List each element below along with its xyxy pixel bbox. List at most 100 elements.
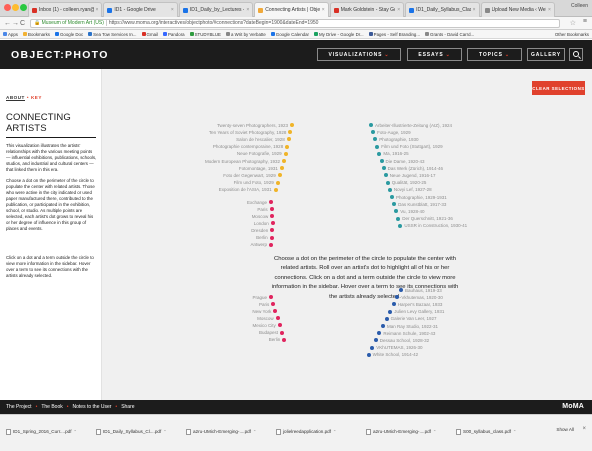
city-dot[interactable]	[269, 295, 273, 299]
city-label[interactable]: New York	[252, 309, 271, 314]
tab-close-icon[interactable]: ×	[322, 7, 325, 13]
bookmark-item[interactable]: Google Calendar	[270, 32, 309, 37]
school-label[interactable]: White School, 1914-42	[373, 352, 419, 357]
school-label[interactable]: Dessau School, 1928-32	[380, 338, 429, 343]
download-item[interactable]: ID1_Daily_Syllabus_Cl....pdf ⌃	[96, 426, 167, 437]
exhibition-label[interactable]: Foto der Gegenwart, 1929	[223, 173, 276, 178]
download-item[interactable]: S00_syllabus_class.pdf ⌃	[456, 426, 516, 437]
city-dot[interactable]	[282, 337, 287, 342]
exhibition-label[interactable]: Modern European Photography, 1932	[205, 159, 280, 164]
exhibition-dot[interactable]	[290, 123, 294, 127]
school-label[interactable]: Reimann Schule, 1902-43	[383, 331, 435, 336]
publication-label[interactable]: Arbeiter-Illustrierte-Zeitung (AIZ), 192…	[375, 123, 452, 128]
tab-close-icon[interactable]: ×	[246, 7, 249, 13]
chevron-down-icon[interactable]: ⌃	[433, 429, 436, 434]
school-label[interactable]: Julien Levy Gallery, 1931	[394, 309, 444, 314]
chevron-down-icon[interactable]: ⌃	[513, 429, 516, 434]
publication-dot[interactable]	[375, 144, 380, 149]
bookmark-item[interactable]: Pandora	[163, 32, 185, 37]
exhibition-dot[interactable]	[273, 187, 278, 192]
bookmark-item[interactable]: a Writ by Verbatte	[225, 32, 266, 37]
exhibition-label[interactable]: Twenty-seven Photographers, 1923	[217, 123, 288, 128]
exhibition-dot[interactable]	[275, 180, 280, 185]
bookmark-item[interactable]: Pages - Self Branding...	[368, 32, 420, 37]
publication-label[interactable]: Neue Jugend, 1916-17	[390, 173, 436, 178]
browser-tab[interactable]: Connecting Artists | Objec...×	[254, 2, 329, 17]
download-item[interactable]: ID1_Spring_2016_Curr....pdf ⌃	[6, 426, 77, 437]
nav-topics[interactable]: TOPICS ⌄	[467, 48, 522, 61]
publication-label[interactable]: Der Querschnitt, 1921-36	[402, 216, 453, 221]
download-item[interactable]: a2ru-UMich-Emerging-....pdf ⌃	[186, 426, 256, 437]
reload-icon[interactable]: C	[20, 19, 25, 28]
city-dot[interactable]	[271, 302, 276, 307]
city-dot[interactable]	[269, 207, 274, 212]
tab-close-icon[interactable]: ×	[171, 7, 174, 13]
exhibition-label[interactable]: Neue Fotografie, 1929	[237, 151, 282, 156]
publication-dot[interactable]	[394, 209, 399, 214]
city-label[interactable]: Antwerp	[250, 242, 267, 247]
city-label[interactable]: Dresden	[251, 228, 268, 233]
city-label[interactable]: Prague	[252, 295, 267, 300]
browser-tab[interactable]: Inbox (1) - colleen.ryan@... ×	[28, 2, 103, 17]
publication-label[interactable]: Film und Foto (Stuttgart), 1929	[381, 144, 442, 149]
city-dot[interactable]	[280, 330, 284, 335]
publication-label[interactable]: Photographie, 1929-1931	[396, 195, 447, 200]
search-button[interactable]	[569, 48, 583, 61]
tab-close-icon[interactable]: ×	[473, 7, 476, 13]
bookmark-item[interactable]: My Drive - Google Dr...	[314, 32, 364, 37]
school-dot[interactable]	[384, 316, 389, 321]
chevron-down-icon[interactable]: ⌃	[253, 429, 256, 434]
exhibition-label[interactable]: Exposition de l'ASIA, 1931	[219, 187, 272, 192]
publication-label[interactable]: Novyi Lef, 1927-28	[394, 187, 432, 192]
about-link[interactable]: ABOUT	[6, 95, 25, 101]
bookmark-item[interactable]: Apps	[3, 32, 18, 37]
nav-visualizations[interactable]: VISUALIZATIONS ⌄	[317, 48, 401, 61]
city-label[interactable]: Berlin	[269, 337, 281, 342]
publication-label[interactable]: Die Dame, 1920-43	[386, 159, 425, 164]
browser-tab[interactable]: ID1_Daily_by_Lectures - G...×	[178, 2, 254, 17]
nav-essays[interactable]: ESSAYS ⌄	[407, 48, 462, 61]
close-window-icon[interactable]	[4, 4, 11, 11]
bookmark-item[interactable]: Bookmarks	[23, 32, 50, 37]
city-dot[interactable]	[277, 323, 282, 328]
minimize-window-icon[interactable]	[12, 4, 19, 11]
publication-dot[interactable]	[398, 223, 403, 228]
bookmark-item[interactable]: Grants - David Carrd...	[425, 32, 474, 37]
publication-label[interactable]: Das Werk (Zürich), 1914-46	[388, 166, 443, 171]
publication-label[interactable]: Qualität, 1920-25	[392, 180, 427, 185]
nav-gallery[interactable]: GALLERY	[527, 48, 565, 61]
exhibition-dot[interactable]	[288, 130, 293, 135]
school-dot[interactable]	[399, 288, 403, 292]
school-dot[interactable]	[370, 345, 375, 350]
school-label[interactable]: Bauhaus, 1919-33	[405, 288, 442, 293]
school-label[interactable]: Man Ray Studio, 1922-31	[387, 324, 438, 329]
bookmark-item[interactable]: Gmail	[141, 32, 158, 37]
publication-label[interactable]: Photographie, 1930	[379, 137, 418, 142]
publication-dot[interactable]	[371, 130, 376, 135]
publication-dot[interactable]	[381, 166, 386, 171]
city-dot[interactable]	[270, 214, 275, 219]
site-logo[interactable]: OBJECT:PHOTO	[11, 49, 109, 61]
publication-label[interactable]: Ma, 1916-25	[383, 151, 408, 156]
city-dot[interactable]	[273, 309, 278, 314]
publication-dot[interactable]	[390, 195, 394, 199]
publication-dot[interactable]	[392, 202, 397, 207]
exhibition-label[interactable]: Salon de l'escalier, 1928	[236, 137, 285, 142]
publication-label[interactable]: Foto-Auge, 1929	[377, 130, 411, 135]
browser-tab[interactable]: ID1 - Google Drive ×	[103, 2, 178, 17]
city-label[interactable]: Paris	[257, 207, 267, 212]
publication-dot[interactable]	[377, 151, 382, 156]
city-label[interactable]: Exchange	[247, 200, 267, 205]
school-dot[interactable]	[366, 352, 371, 357]
browser-tab[interactable]: Mark Goldstein - Stay Go... ×	[329, 2, 405, 17]
menu-icon[interactable]: ≡	[583, 18, 587, 25]
exhibition-dot[interactable]	[285, 144, 290, 149]
publication-dot[interactable]	[387, 187, 392, 192]
footer-link[interactable]: Notes to the User	[73, 404, 112, 410]
publication-dot[interactable]	[379, 159, 384, 163]
zoom-window-icon[interactable]	[20, 4, 27, 11]
city-dot[interactable]	[270, 228, 275, 233]
bookmark-star-icon[interactable]: ☆	[570, 19, 576, 27]
city-label[interactable]: London	[254, 221, 269, 226]
publication-dot[interactable]	[383, 173, 388, 178]
